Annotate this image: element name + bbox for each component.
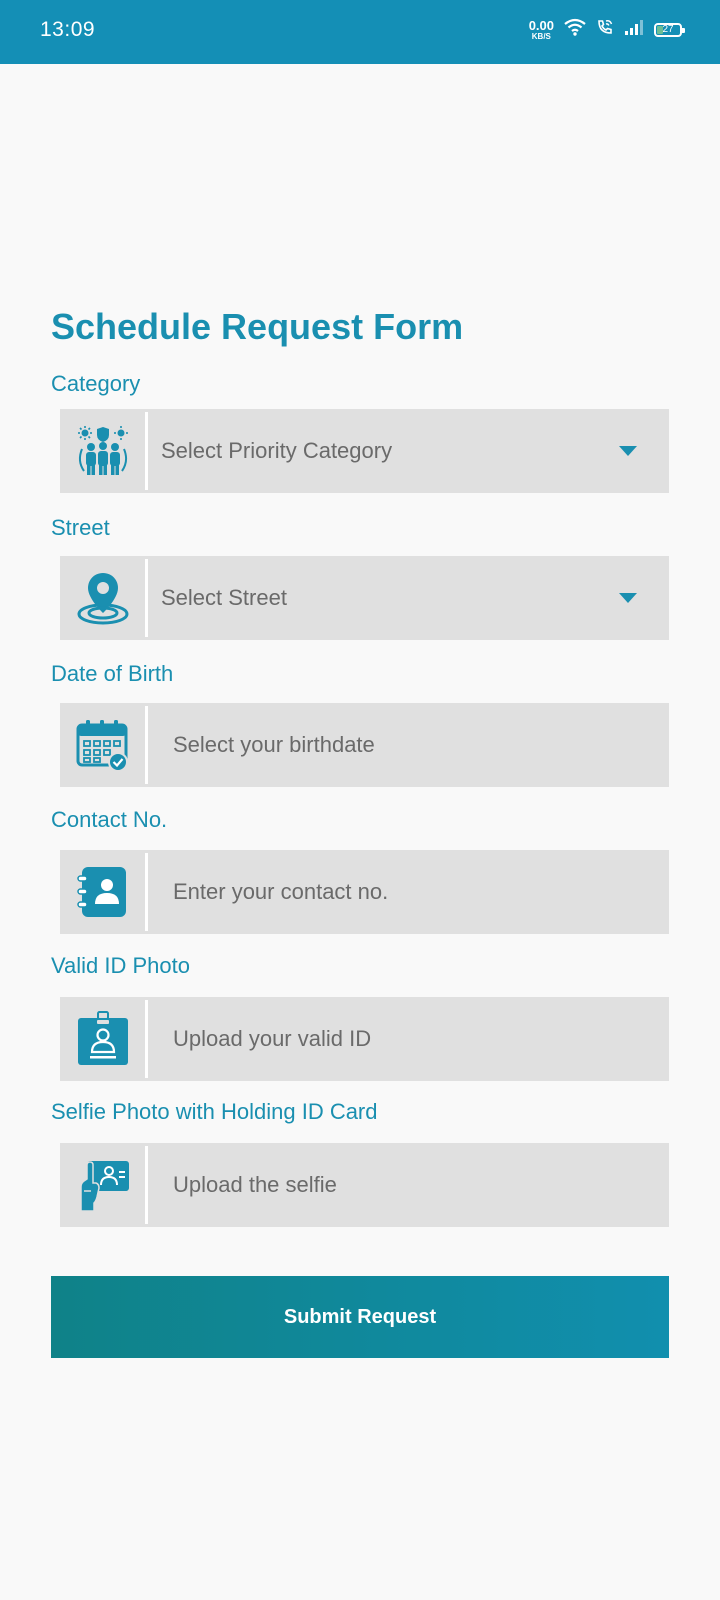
street-label: Street — [51, 515, 110, 540]
selfie-placeholder: Upload the selfie — [173, 1172, 337, 1197]
status-icons: 0.00 KB/S 27 — [529, 18, 685, 41]
submit-request-button[interactable]: Submit Request — [51, 1276, 669, 1358]
chevron-down-icon — [619, 593, 637, 603]
contact-label: Contact No. — [51, 807, 168, 832]
calendar-icon — [60, 703, 145, 787]
location-pin-icon — [60, 556, 145, 640]
page-title: Schedule Request Form — [51, 306, 464, 347]
net-speed-unit: KB/S — [531, 31, 551, 41]
id-card-icon — [60, 997, 145, 1081]
contact-book-icon — [60, 850, 145, 934]
dob-field[interactable]: Select your birthdate — [60, 703, 669, 787]
selfie-upload[interactable]: Upload the selfie — [60, 1143, 669, 1227]
valid-id-label: Valid ID Photo — [51, 953, 191, 978]
contact-placeholder: Enter your contact no. — [173, 879, 389, 904]
dob-label: Date of Birth — [51, 661, 174, 686]
battery-level: 27 — [662, 24, 674, 35]
battery-icon: 27 — [654, 22, 685, 37]
street-dropdown[interactable]: Select Street — [60, 556, 669, 640]
valid-id-upload[interactable]: Upload your valid ID — [60, 997, 669, 1081]
net-speed-value: 0.00 — [528, 17, 554, 33]
status-time: 13:09 — [40, 18, 96, 41]
category-dropdown[interactable]: Select Priority Category — [60, 409, 669, 493]
valid-id-placeholder: Upload your valid ID — [173, 1026, 372, 1051]
category-label: Category — [51, 371, 141, 396]
category-value: Select Priority Category — [161, 438, 393, 463]
dob-placeholder: Select your birthdate — [173, 732, 375, 757]
contact-field[interactable]: Enter your contact no. — [60, 850, 669, 934]
hand-holding-id-icon — [60, 1143, 145, 1227]
street-value: Select Street — [161, 585, 287, 610]
status-bar: 13:09 0.00 KB/S 27 — [0, 0, 720, 64]
wifi-calling-icon — [596, 18, 614, 41]
net-speed-indicator: 0.00 KB/S — [529, 19, 554, 41]
wifi-icon — [564, 18, 586, 41]
signal-icon — [624, 19, 644, 40]
chevron-down-icon — [619, 446, 637, 456]
selfie-label: Selfie Photo with Holding ID Card — [51, 1099, 378, 1124]
priority-category-icon — [60, 409, 145, 493]
